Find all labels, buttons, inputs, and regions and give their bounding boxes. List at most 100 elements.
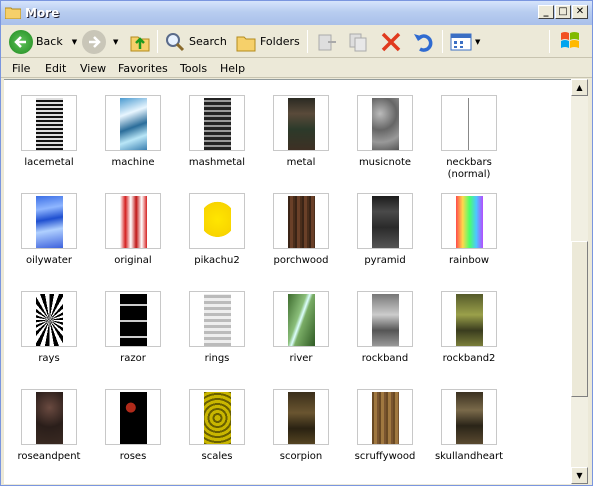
back-arrow-icon [9,29,33,54]
texture-original-icon [120,196,147,248]
back-button[interactable]: Back ▼ [9,28,77,55]
delete-x-icon [381,32,401,51]
texture-oilywater-icon [36,196,63,248]
folder-icon [5,7,21,19]
forward-arrow-icon [82,29,106,54]
close-button[interactable]: ✕ [572,5,588,19]
texture-rainbow-icon [456,196,483,248]
toolbar-separator [442,30,443,53]
file-name: rockband2 [442,353,496,364]
window-title: More [25,6,60,20]
back-dropdown-icon[interactable]: ▼ [72,38,77,46]
toolbar-separator [549,30,550,53]
texture-roseandpent-icon [36,392,63,444]
menu-favorites[interactable]: Favorites [118,62,168,75]
texture-musicnote-icon [372,98,399,150]
scroll-thumb[interactable] [571,241,588,397]
texture-pikachu2-icon [204,196,231,248]
thumbnail-frame [357,389,413,445]
texture-lacemetal-icon [36,98,63,150]
texture-rockband-icon [372,294,399,346]
move-to-icon [318,34,336,50]
search-icon [166,32,185,51]
texture-pyramid-icon [372,196,399,248]
thumbnail-frame [21,95,77,151]
search-button[interactable]: Search [164,28,227,55]
thumbnail-frame [441,389,497,445]
texture-mashmetal-icon [204,98,231,150]
thumbnail-frame [441,291,497,347]
menu-help[interactable]: Help [220,62,245,75]
file-name: roseandpent [17,451,81,462]
texture-razor-icon [120,294,147,346]
folders-label: Folders [260,35,300,48]
thumbnail-frame [189,193,245,249]
views-dropdown-icon: ▼ [475,37,481,46]
file-name: metal [286,157,316,168]
file-name: porchwood [273,255,329,266]
minimize-button[interactable]: _ [538,5,554,19]
menu-view[interactable]: View [80,62,106,75]
up-folder-button[interactable] [129,28,151,55]
undo-button[interactable] [412,28,434,55]
folders-icon [236,36,256,51]
thumbnail-frame [105,95,161,151]
thumbnail-frame [21,291,77,347]
toolbar: Back ▼ ▼ Search Folders ▼ [1,25,592,58]
explorer-window: More _ □ ✕ Back ▼ ▼ Search Folders ▼ Fil… [0,0,593,486]
file-name: scales [201,451,233,462]
file-name: musicnote [358,157,412,168]
file-name: skullandheart [434,451,504,462]
thumbnail-frame [189,389,245,445]
thumbnail-frame [105,193,161,249]
file-name: scorpion [279,451,323,462]
scroll-up-button[interactable]: ▲ [571,79,588,96]
file-name: original [114,255,152,266]
back-label: Back [36,35,63,48]
thumbnail-frame [441,193,497,249]
copy-to-icon [349,33,367,51]
menu-tools[interactable]: Tools [180,62,207,75]
delete-button[interactable] [380,28,402,55]
thumbnail-frame [273,291,329,347]
thumbnail-frame [21,389,77,445]
file-name: scruffywood [354,451,416,462]
thumbnail-frame [189,291,245,347]
file-name: razor [120,353,146,364]
file-name: rockband [361,353,409,364]
texture-scorpion-icon [288,392,315,444]
file-name: river [289,353,313,364]
texture-rockband2-icon [456,294,483,346]
menu-edit[interactable]: Edit [45,62,66,75]
folders-button[interactable]: Folders [235,28,300,55]
file-name: mashmetal [188,157,246,168]
forward-button[interactable]: ▼ [82,28,118,55]
title-bar[interactable]: More _ □ ✕ [1,1,592,25]
file-name: lacemetal [24,157,74,168]
toolbar-separator [307,30,308,53]
texture-machine-icon [120,98,147,150]
file-name: rainbow [449,255,489,266]
menu-file[interactable]: File [12,62,30,75]
texture-metal-icon [288,98,315,150]
forward-dropdown-icon[interactable]: ▼ [113,38,118,46]
views-button[interactable]: ▼ [450,28,480,55]
undo-icon [414,33,433,52]
thumbnail-frame [273,193,329,249]
maximize-button[interactable]: □ [555,5,571,19]
thumbnail-frame [189,95,245,151]
thumbnail-frame [357,291,413,347]
file-name: rings [204,353,230,364]
thumbnail-frame [273,95,329,151]
thumbnail-frame [357,193,413,249]
toolbar-separator [157,30,158,53]
texture-porchwood-icon [288,196,315,248]
vertical-scrollbar[interactable]: ▲ ▼ [571,79,588,484]
texture-rays-icon [36,294,63,346]
copy-to-button[interactable] [347,28,369,55]
file-list[interactable]: lacemetal machine mashmetal metal musicnote n… [4,79,571,484]
menu-bar: File Edit View Favorites Tools Help [1,59,592,78]
move-to-button[interactable] [316,28,338,55]
scroll-down-button[interactable]: ▼ [571,467,588,484]
windows-logo-icon [561,32,579,48]
